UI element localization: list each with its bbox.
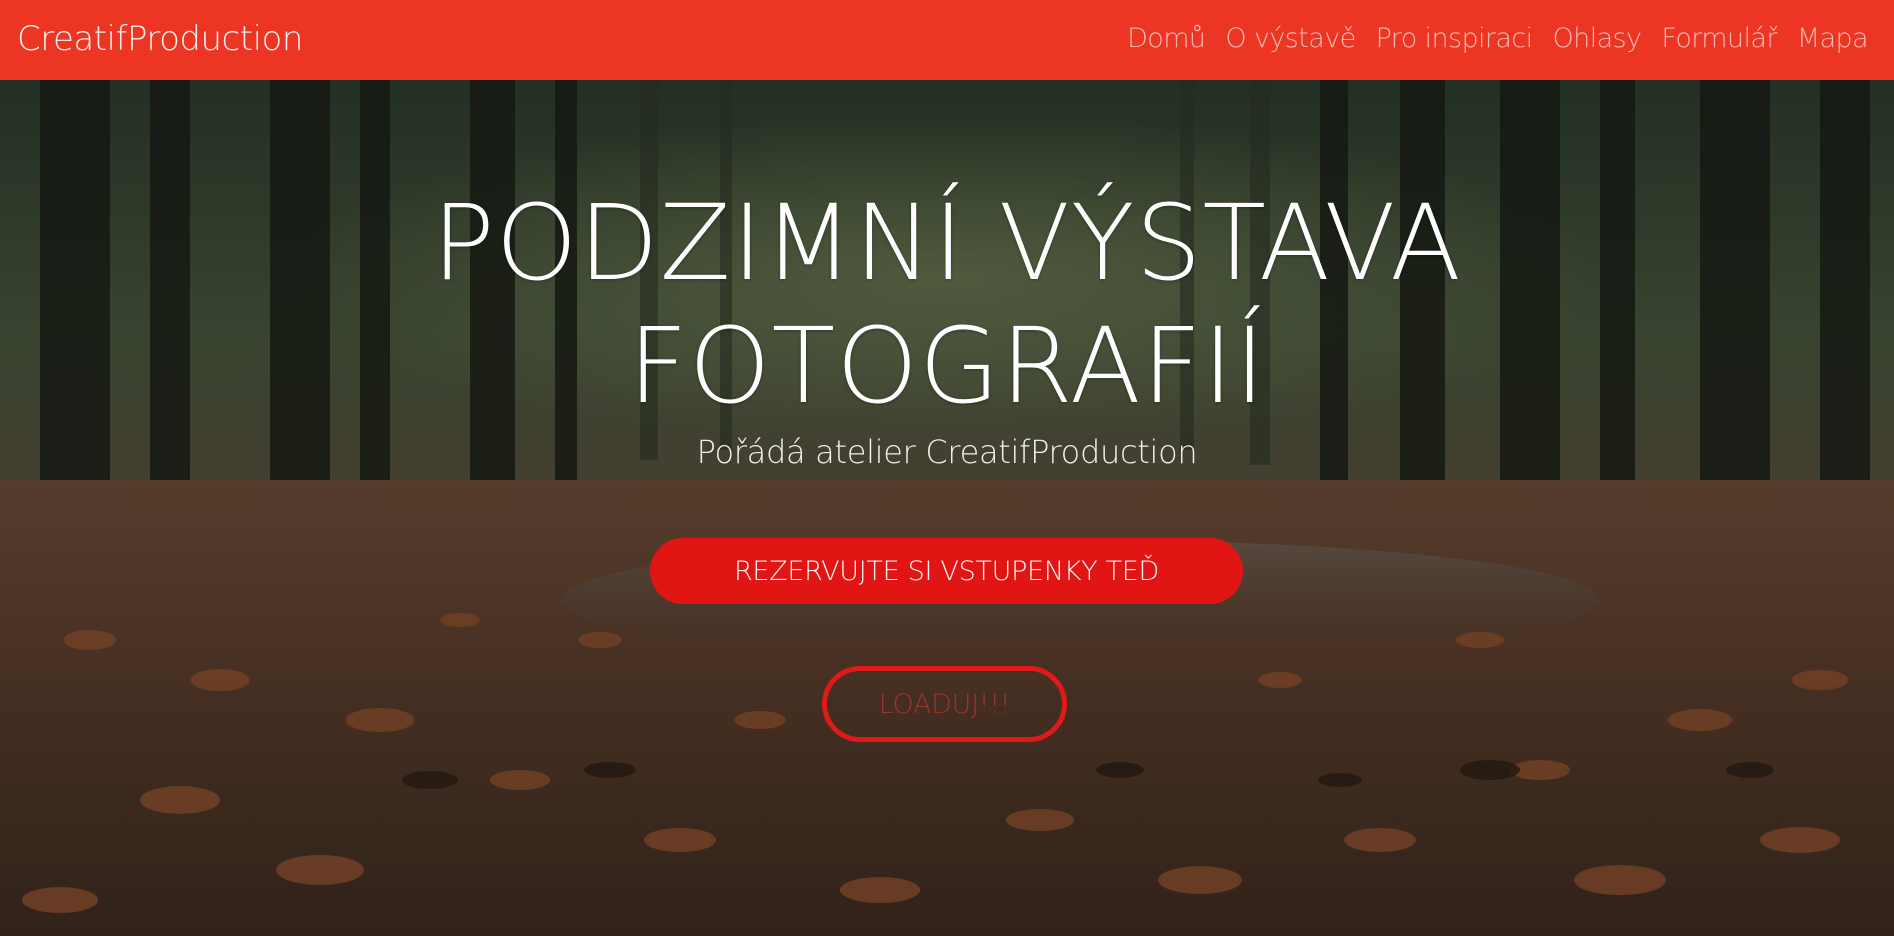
nav-menu: Domů O výstavě Pro inspiraci Ohlasy Form… bbox=[1127, 22, 1869, 56]
reserve-tickets-button[interactable]: REZERVUJTE SI VSTUPENKY TEĎ bbox=[650, 538, 1243, 604]
navbar: CreatifProduction Domů O výstavě Pro ins… bbox=[0, 0, 1894, 80]
load-button[interactable]: LOADUJ!!! bbox=[822, 666, 1067, 742]
nav-item-formular[interactable]: Formulář bbox=[1661, 22, 1777, 56]
hero-title: PODZIMNÍ VÝSTAVA FOTOGRAFIÍ bbox=[0, 182, 1894, 428]
nav-item-ohlasy[interactable]: Ohlasy bbox=[1553, 22, 1642, 56]
nav-item-mapa[interactable]: Mapa bbox=[1797, 22, 1869, 56]
hero-title-line1: PODZIMNÍ VÝSTAVA bbox=[431, 182, 1463, 304]
hero-subtitle: Pořádá atelier CreatifProduction bbox=[696, 433, 1198, 471]
brand-logo-link[interactable]: CreatifProduction bbox=[17, 19, 303, 59]
nav-item-domu[interactable]: Domů bbox=[1127, 22, 1206, 56]
hero-section: PODZIMNÍ VÝSTAVA FOTOGRAFIÍ Pořádá atelie… bbox=[0, 80, 1894, 936]
nav-item-pro-inspiraci[interactable]: Pro inspiraci bbox=[1376, 22, 1534, 56]
page: CreatifProduction Domů O výstavě Pro ins… bbox=[0, 0, 1894, 936]
hero-title-line2: FOTOGRAFIÍ bbox=[627, 305, 1266, 427]
nav-item-o-vystave[interactable]: O výstavě bbox=[1225, 22, 1356, 56]
